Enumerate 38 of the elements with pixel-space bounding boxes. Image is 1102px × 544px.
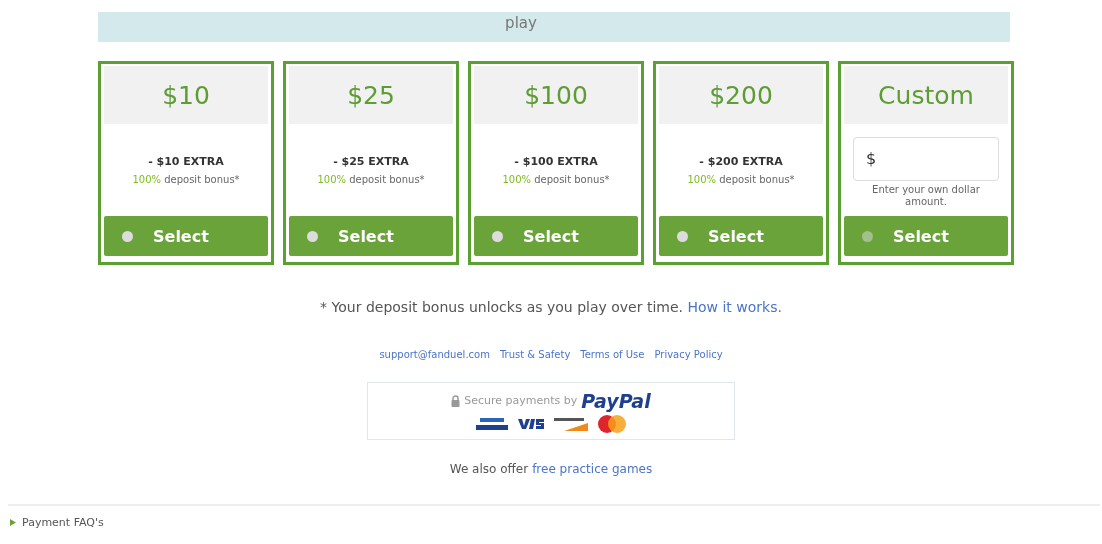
expand-arrow-icon <box>10 519 16 526</box>
banner-text: play <box>505 14 537 34</box>
paypal-brand: PayPal <box>581 389 651 412</box>
footer-link[interactable]: Privacy Policy <box>654 349 723 360</box>
select-button[interactable]: Select <box>289 216 453 256</box>
amount-header: Custom <box>844 66 1008 124</box>
extra-label: - $200 EXTRA <box>699 155 783 168</box>
paypal-card-icon <box>476 417 508 430</box>
practice-text: We also offer <box>449 462 529 476</box>
footer-link[interactable]: support@fanduel.com <box>379 349 490 360</box>
practice-games-link[interactable]: free practice games <box>532 462 653 476</box>
how-it-works-link[interactable]: How it works. <box>687 299 782 315</box>
select-button[interactable]: Select <box>659 216 823 256</box>
visa-card-icon <box>518 418 544 429</box>
lock-icon <box>451 394 461 407</box>
bonus-text: 100% deposit bonus* <box>502 174 610 185</box>
amount-hint: Enter your own dollar amount. <box>871 183 981 208</box>
bonus-text: 100% deposit bonus* <box>317 174 425 185</box>
faq-toggle[interactable]: Payment FAQ's <box>10 516 104 529</box>
secure-payments-label: Secure payments by <box>464 394 578 407</box>
amount-header: $200 <box>659 66 823 124</box>
mastercard-icon <box>598 414 626 433</box>
extra-label: - $25 EXTRA <box>333 155 409 168</box>
bonus-text: 100% deposit bonus* <box>132 174 240 185</box>
footer-link[interactable]: Trust & Safety <box>499 349 571 360</box>
extra-label: - $10 EXTRA <box>148 155 224 168</box>
amount-input-field[interactable]: $ <box>853 136 999 181</box>
extra-label: - $100 EXTRA <box>514 155 598 168</box>
bonus-text: 100% deposit bonus* <box>687 174 795 185</box>
bonus-note: * Your deposit bonus unlocks as you play over time. How it works. <box>320 299 782 315</box>
amount-header: $100 <box>474 66 638 124</box>
select-button[interactable]: Select <box>474 216 638 256</box>
discover-card-icon <box>554 416 588 431</box>
footer-link[interactable]: Terms of Use <box>580 349 645 360</box>
select-button[interactable]: Select <box>844 216 1008 256</box>
amount-header: $10 <box>104 66 268 124</box>
amount-header: $25 <box>289 66 453 124</box>
select-button[interactable]: Select <box>104 216 268 256</box>
